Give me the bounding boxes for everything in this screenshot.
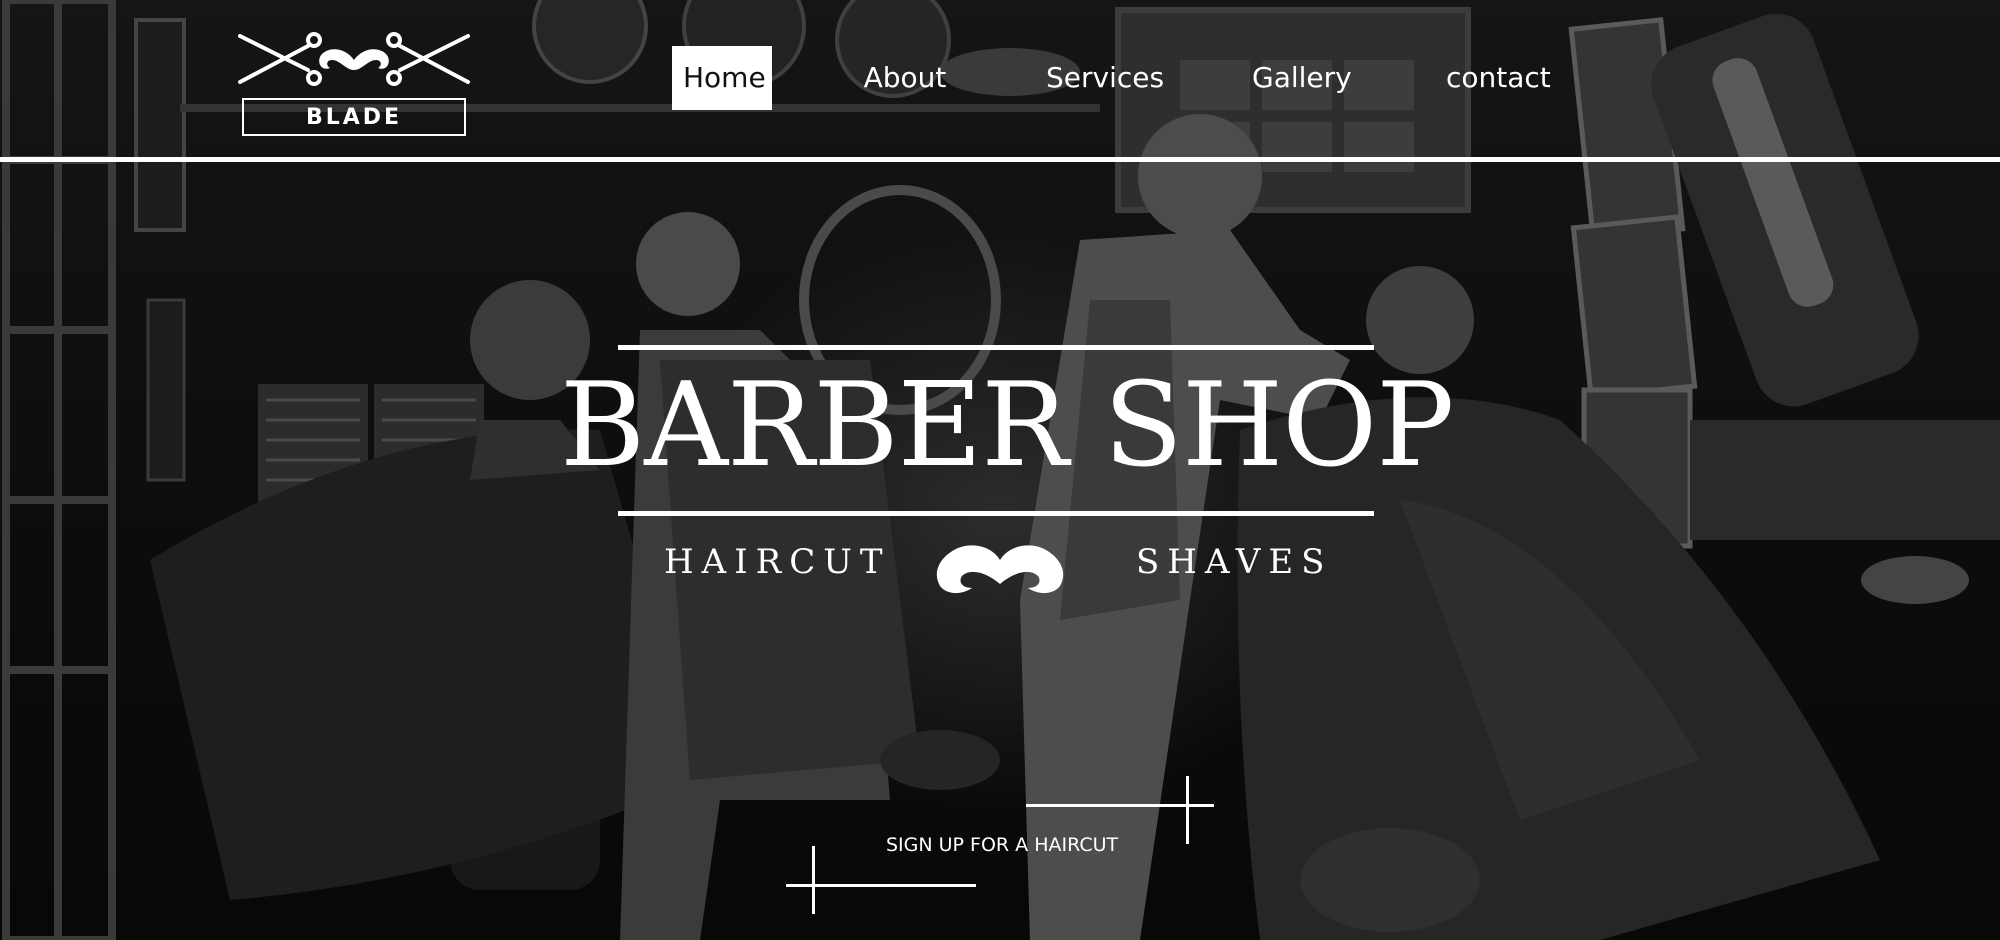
hero-tagline-right: SHAVES [1136, 542, 1333, 582]
nav-contact[interactable]: contact [1446, 46, 1551, 110]
cta-line-bottom-vertical [812, 846, 815, 914]
nav-gallery[interactable]: Gallery [1252, 46, 1352, 110]
scissors-mustache-logo-icon [238, 32, 470, 86]
hero-top-rule [618, 345, 1374, 350]
hero-title: BARBER SHOP [560, 358, 1454, 493]
mustache-icon [932, 542, 1068, 598]
nav-services[interactable]: Services [1046, 46, 1164, 110]
signup-cta-button[interactable]: SIGN UP FOR A HAIRCUT [786, 774, 1216, 916]
hero-tagline-left: HAIRCUT [664, 542, 891, 582]
nav-about[interactable]: About [858, 46, 952, 110]
nav-home[interactable]: Home [672, 46, 772, 110]
brand-logo[interactable]: BLADE [234, 24, 474, 140]
header-divider [0, 157, 2000, 162]
page: BLADE Home About Services Gallery contac… [0, 0, 2000, 940]
hero-bottom-rule [618, 511, 1374, 516]
cta-label[interactable]: SIGN UP FOR A HAIRCUT [886, 834, 1118, 856]
cta-line-top-vertical [1186, 776, 1189, 844]
brand-name: BLADE [242, 98, 466, 136]
